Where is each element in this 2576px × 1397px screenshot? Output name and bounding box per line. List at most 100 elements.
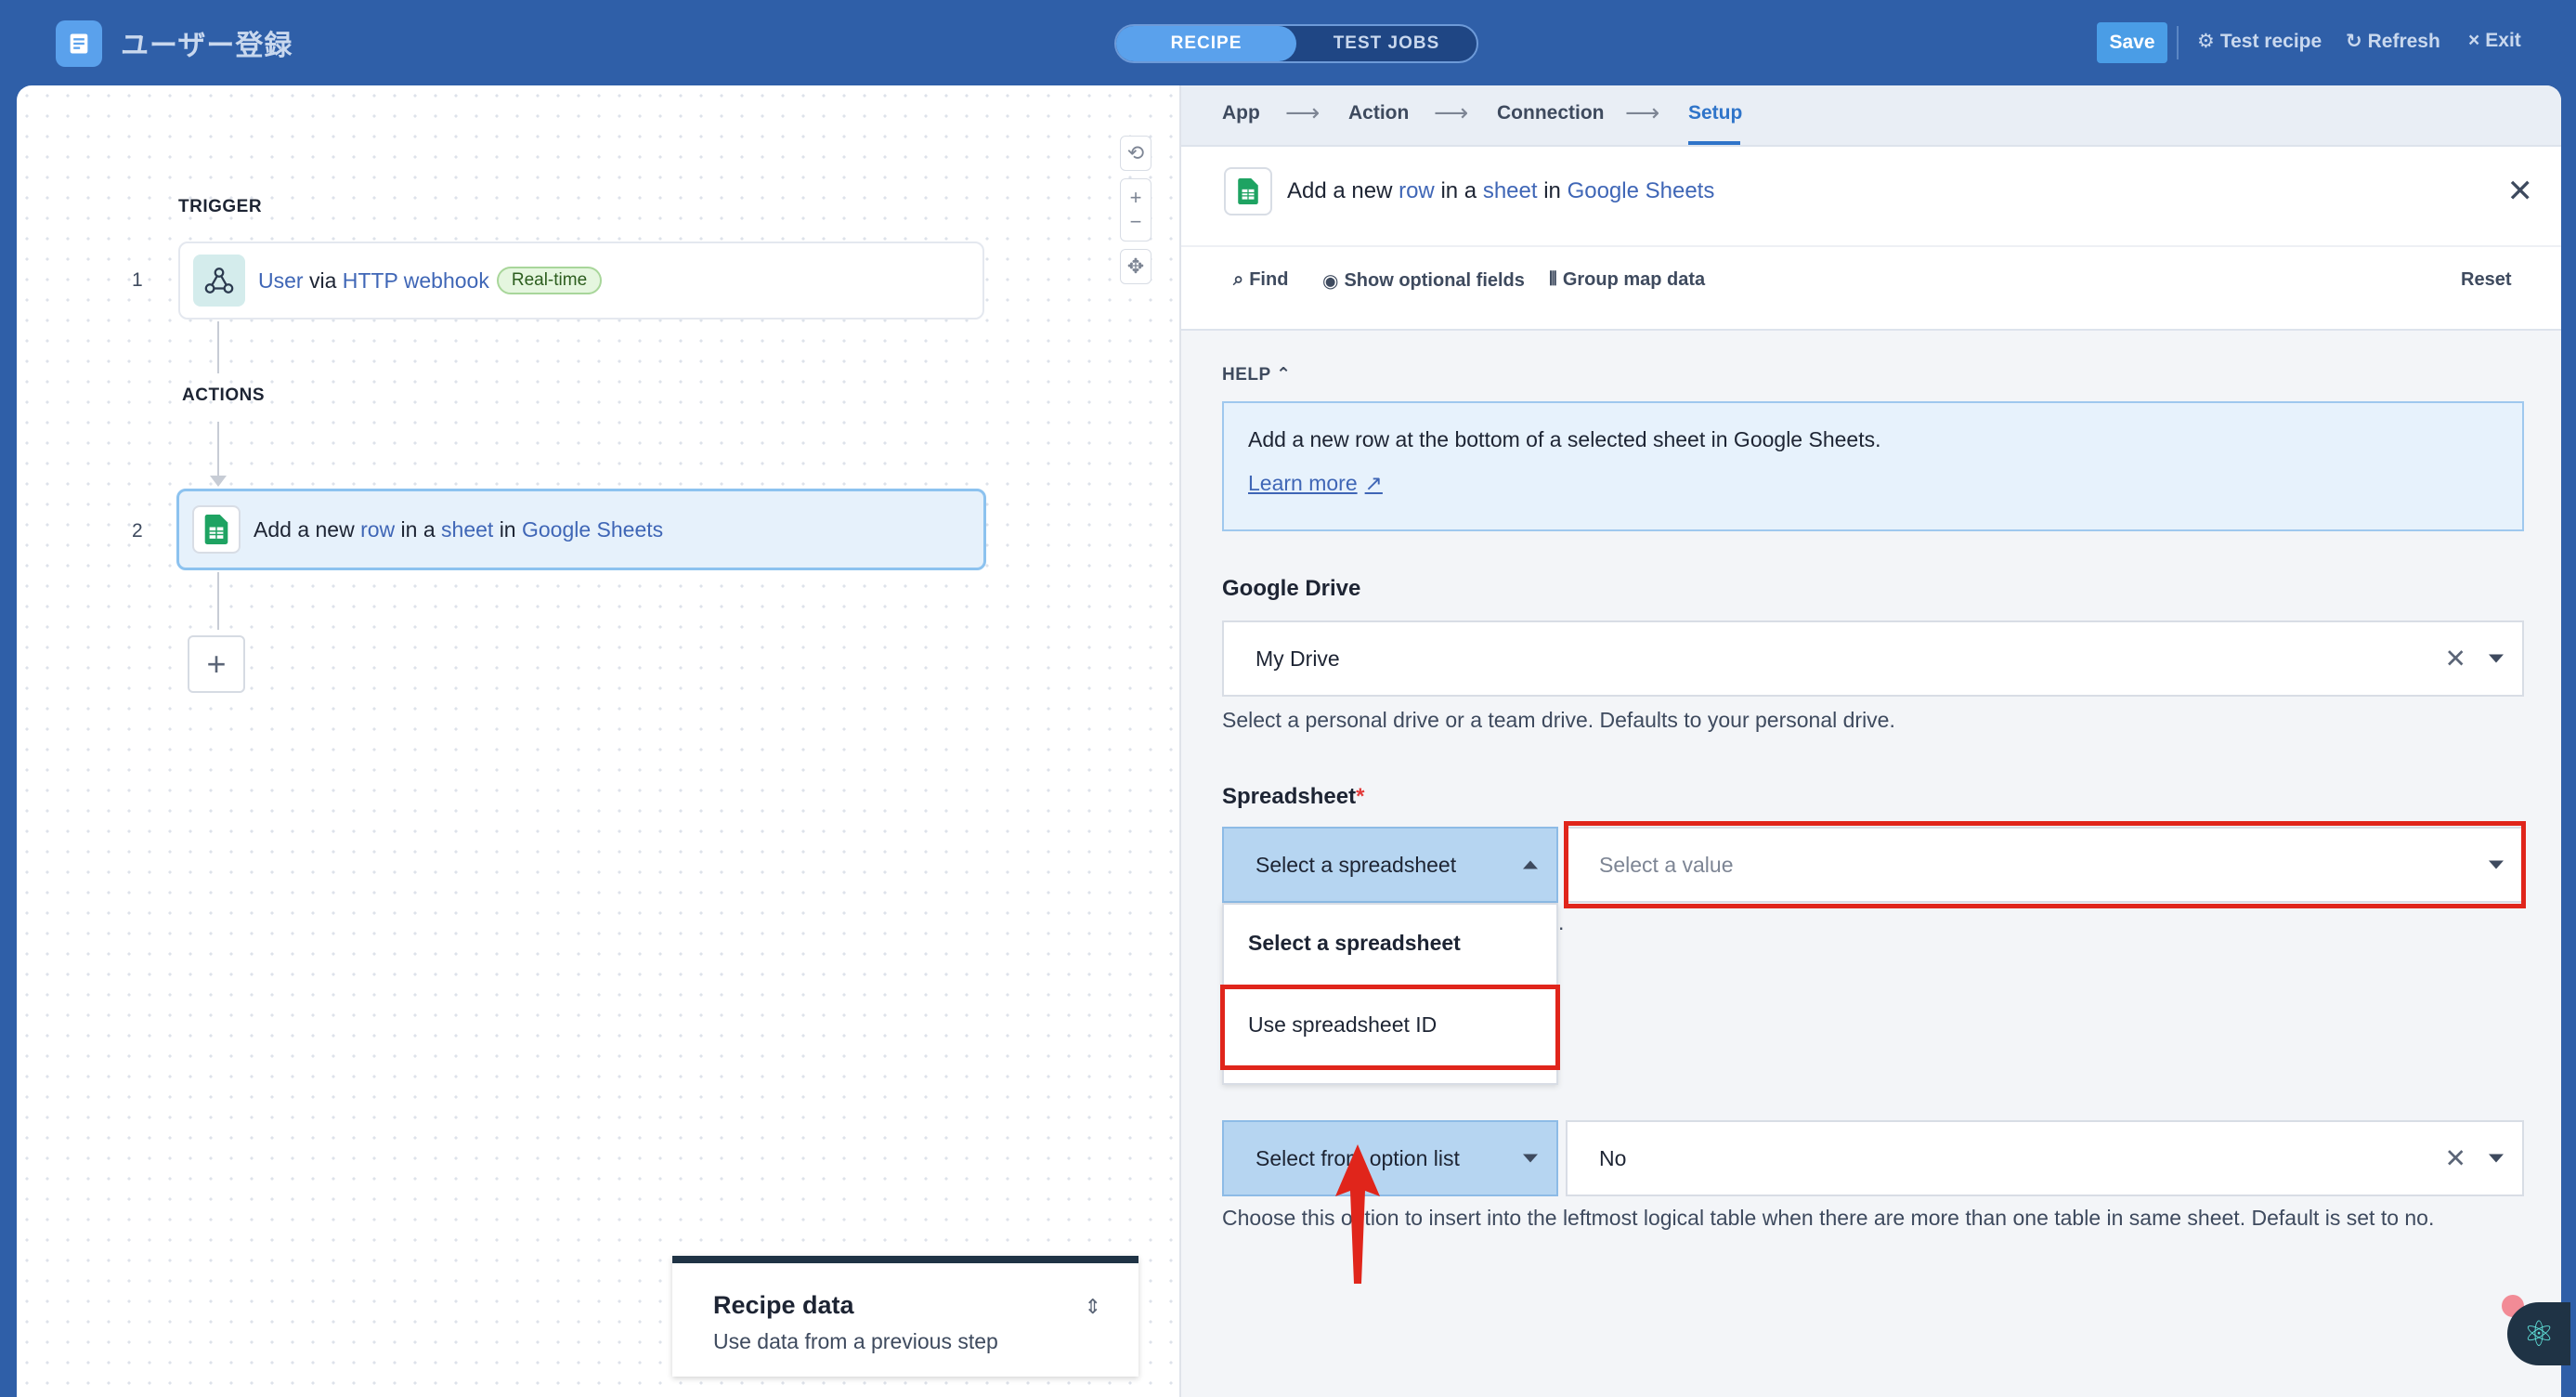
test-recipe-button[interactable]: ⚙ Test recipe [2197,30,2322,53]
test-recipe-label: Test recipe [2219,30,2322,52]
action-text-sheet: sheet [441,516,494,542]
tab-test-jobs[interactable]: TEST JOBS [1296,26,1477,61]
trigger-label: TRIGGER [178,197,263,216]
chevron-up-icon: ⌃ [1276,365,1292,385]
action-text-e: in [499,516,516,542]
spreadsheet-label-text: Spreadsheet [1222,784,1357,809]
trigger-app: User [258,268,304,293]
chevron-up-icon [1523,860,1538,869]
google-sheets-icon [1224,167,1272,215]
required-marker: * [1356,784,1365,809]
google-sheets-icon [192,505,241,554]
refresh-icon: ↻ [2346,31,2362,52]
zoom-out-icon[interactable]: − [1130,210,1142,234]
optional-label: Show optional fields [1344,270,1525,291]
atom-icon: ⚛ [2522,1314,2556,1354]
trigger-via: via [308,268,337,293]
title-c: in a [1440,178,1477,203]
active-tab-indicator [1688,141,1740,145]
crumb-app[interactable]: App [1222,102,1260,124]
crumb-connection[interactable]: Connection [1497,102,1605,124]
gear-icon: ⚙ [2197,31,2215,52]
fit-view-icon[interactable]: ✥ [1120,249,1151,284]
clear-icon[interactable]: ✕ [2445,644,2466,674]
find-label: Find [1249,269,1289,290]
add-step-button[interactable]: + [188,635,245,693]
close-icon[interactable]: ✕ [2507,173,2534,210]
title-a: Add a new [1287,178,1393,203]
chevron-down-icon[interactable] [2489,654,2504,663]
save-button[interactable]: Save [2097,22,2167,63]
recipe-data-subtitle: Use data from a previous step [713,1329,998,1353]
wizard-breadcrumb: App ⟶ Action ⟶ Connection ⟶ Setup [1181,85,2561,147]
columns-icon: ⦀ [1549,269,1557,290]
show-optional-fields-button[interactable]: ◉ Show optional fields [1322,269,1525,293]
realtime-badge: Real-time [496,267,603,294]
find-button[interactable]: ⌕ Find [1233,269,1288,291]
action-step-card[interactable]: Add a new row in a sheet in Google Sheet… [176,489,986,570]
step-title: Add a new row in a sheet in Google Sheet… [1287,178,1714,204]
google-drive-hint: Select a personal drive or a team drive.… [1222,708,1895,732]
action-text-row: row [360,516,396,542]
tab-recipe[interactable]: RECIPE [1116,26,1296,61]
help-label: HELP [1222,365,1271,385]
leftmost-value: No [1599,1145,1627,1170]
step-header: Add a new row in a sheet in Google Sheet… [1181,147,2561,331]
chevron-down-icon [1523,1154,1538,1163]
learn-more-link[interactable]: Learn more ↗ [1248,471,1383,496]
clear-icon[interactable]: ✕ [2445,1143,2466,1174]
close-icon: × [2468,30,2480,51]
leftmost-table-select[interactable]: No ✕ [1566,1120,2524,1196]
crumb-action[interactable]: Action [1348,102,1409,124]
divider [2177,26,2179,59]
connector-line [217,572,219,630]
spreadsheet-mode-value: Select a spreadsheet [1255,852,1457,877]
chevron-down-icon[interactable] [2489,1154,2504,1163]
highlight-box [1564,821,2526,908]
spreadsheet-label: Spreadsheet* [1222,784,1364,810]
highlight-box [1220,985,1560,1070]
trigger-connector: HTTP webhook [342,268,489,293]
step-config-panel: App ⟶ Action ⟶ Connection ⟶ Setup Add a … [1179,85,2561,1397]
recipe-data-panel[interactable]: Recipe data Use data from a previous ste… [672,1256,1138,1377]
arrow-right-icon: ⟶ [1285,98,1321,126]
step-number: 2 [132,520,143,542]
reset-button[interactable]: Reset [2461,269,2511,291]
arrow-down-icon [210,476,227,487]
leftmost-hint: Choose this option to insert into the le… [1222,1206,2435,1230]
google-drive-value: My Drive [1255,646,1340,671]
crumb-setup[interactable]: Setup [1688,102,1742,124]
action-text-c: in a [400,516,436,542]
webhook-icon [193,255,245,307]
action-text-app: Google Sheets [521,516,664,542]
group-map-data-button[interactable]: ⦀ Group map data [1549,269,1705,291]
expand-icon[interactable]: ⇕ [1085,1295,1101,1319]
help-toggle[interactable]: HELP ⌃ [1222,364,1292,385]
arrow-right-icon: ⟶ [1434,98,1469,126]
menu-item-select-spreadsheet[interactable]: Select a spreadsheet [1248,931,1461,956]
recipe-title[interactable]: ユーザー登録 [121,22,293,63]
exit-button[interactable]: × Exit [2468,30,2521,52]
help-box: Add a new row at the bottom of a selecte… [1222,401,2524,531]
title-sheet: sheet [1482,178,1538,203]
leftmost-mode-select[interactable]: Select from option list [1222,1120,1558,1196]
arrow-right-icon: ⟶ [1625,98,1660,126]
view-toggle: RECIPE TEST JOBS [1114,24,1478,63]
recipe-icon [56,20,102,67]
google-drive-select[interactable]: My Drive ✕ [1222,620,2524,697]
zoom-in-icon[interactable]: + [1130,186,1142,210]
spreadsheet-hint: . [1558,910,1565,934]
reset-view-icon[interactable]: ⟲ [1120,136,1151,171]
refresh-button[interactable]: ↻ Refresh [2346,30,2440,53]
step-number: 1 [132,269,143,291]
refresh-label: Refresh [2367,30,2440,52]
assistant-button[interactable]: ⚛ [2507,1302,2570,1365]
spreadsheet-mode-select[interactable]: Select a spreadsheet [1222,827,1558,903]
help-text: Add a new row at the bottom of a selecte… [1248,427,1881,451]
connector-line [217,422,219,481]
learn-more-label: Learn more [1248,471,1358,495]
google-drive-label: Google Drive [1222,576,1361,601]
recipe-data-title: Recipe data [713,1291,854,1319]
action-text-a: Add a new [254,516,355,542]
trigger-step-card[interactable]: User via HTTP webhook Real-time [178,242,984,320]
